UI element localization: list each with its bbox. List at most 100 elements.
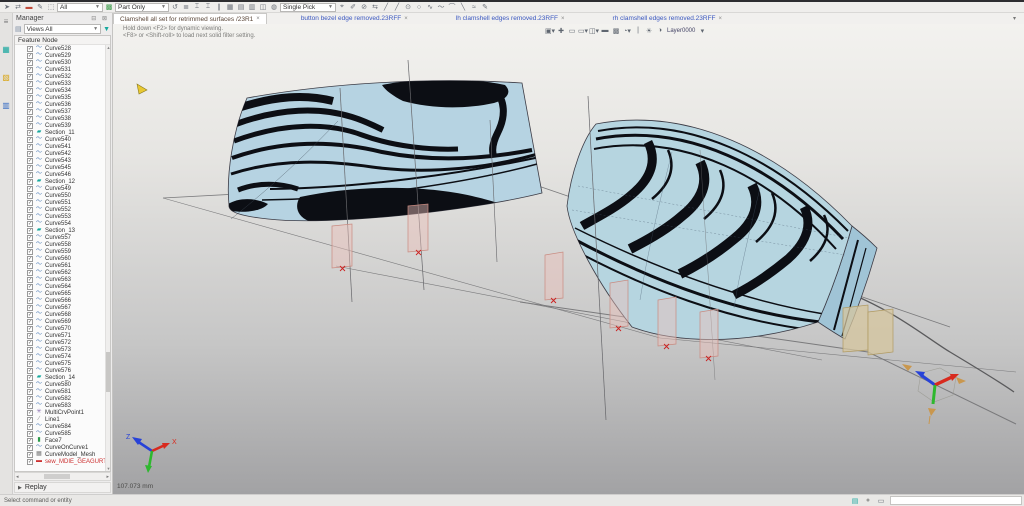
visibility-checkbox[interactable] (27, 382, 33, 388)
single-pick-select[interactable]: Single Pick▼ (280, 3, 336, 12)
scroll-thumb[interactable] (106, 352, 110, 392)
document-tab[interactable]: Clamshell all set for retrimmed surfaces… (113, 13, 267, 24)
tree-node[interactable]: Curve528 (15, 45, 110, 52)
material-ball-icon[interactable]: ◔▾ (622, 26, 632, 35)
visibility-checkbox[interactable] (27, 438, 33, 444)
tree-node[interactable]: Curve554 (15, 220, 110, 227)
tree-node[interactable]: Curve583 (15, 402, 110, 409)
visibility-checkbox[interactable] (27, 60, 33, 66)
line-weight-icon[interactable]: ∥ (214, 3, 224, 12)
tree-node[interactable]: Curve572 (15, 339, 110, 346)
tree-node[interactable]: Curve582 (15, 395, 110, 402)
tree-node[interactable]: Curve541 (15, 143, 110, 150)
scroll-right-icon[interactable]: ▸ (106, 474, 109, 480)
document-tab[interactable]: lh clamshell edges removed.23RFF × (450, 13, 571, 24)
visibility-checkbox[interactable] (27, 235, 33, 241)
visibility-checkbox[interactable] (27, 207, 33, 213)
visibility-checkbox[interactable] (27, 46, 33, 52)
layout-icon[interactable]: ◫▾ (589, 26, 599, 35)
shade-toggle-icon[interactable]: ◑ (655, 26, 665, 35)
visibility-checkbox[interactable] (27, 375, 33, 381)
viewport-3d[interactable]: Z X Hold down <F2> for dynamic viewing. … (113, 24, 1024, 494)
tree-node[interactable]: Curve563 (15, 276, 110, 283)
tree-vertical-scrollbar[interactable]: ▲ ▼ (105, 45, 110, 471)
document-tab[interactable]: rh clamshell edges removed.23RFF × (607, 13, 728, 24)
divider[interactable]: | (633, 26, 643, 35)
close-icon[interactable]: × (561, 16, 565, 22)
visibility-checkbox[interactable] (27, 88, 33, 94)
pen-icon[interactable]: ✐ (348, 3, 358, 12)
image-icon[interactable]: ◫ (258, 3, 268, 12)
visibility-checkbox[interactable] (27, 186, 33, 192)
tree-node[interactable]: Curve567 (15, 304, 110, 311)
light-on-icon[interactable]: ☀ (644, 26, 654, 35)
visibility-checkbox[interactable] (27, 389, 33, 395)
render-style-icon[interactable]: ▣▾ (545, 26, 555, 35)
line-width-icon[interactable]: ▬ (600, 26, 610, 35)
tree-node[interactable]: Curve562 (15, 269, 110, 276)
filter-scope-select[interactable]: All▼ (57, 3, 103, 12)
tree-node[interactable]: Curve576 (15, 367, 110, 374)
visibility-checkbox[interactable] (27, 102, 33, 108)
visibility-checkbox[interactable] (27, 242, 33, 248)
visibility-checkbox[interactable] (27, 109, 33, 115)
visibility-checkbox[interactable] (27, 270, 33, 276)
tree-node[interactable]: sew_MDIE_GEAGURT_com (15, 458, 110, 465)
globe-icon[interactable]: ◍ (269, 3, 279, 12)
visibility-checkbox[interactable] (27, 200, 33, 206)
blend-icon[interactable]: ≈ (469, 3, 479, 12)
visibility-checkbox[interactable] (27, 445, 33, 451)
tree-node[interactable]: Curve584 (15, 423, 110, 430)
visibility-checkbox[interactable] (27, 158, 33, 164)
frame-icon[interactable]: ⬚ (46, 3, 56, 12)
tree-node[interactable]: Curve568 (15, 311, 110, 318)
visibility-checkbox[interactable] (27, 347, 33, 353)
chart-pane-icon[interactable]: ▧ (1, 73, 11, 83)
tree-node[interactable]: Line1 (15, 416, 110, 423)
chevron-down-icon[interactable]: ▾ (697, 26, 707, 35)
expand-arrow-icon[interactable]: ▶ (18, 485, 22, 491)
status-input-field[interactable] (890, 496, 1022, 505)
visibility-checkbox[interactable] (27, 144, 33, 150)
tab-overflow-icon[interactable]: ▾ (1013, 13, 1024, 24)
close-icon[interactable]: × (256, 16, 260, 22)
tree-node[interactable]: Curve546 (15, 171, 110, 178)
visibility-checkbox[interactable] (27, 459, 33, 465)
annotate-icon[interactable]: ✚ (556, 26, 566, 35)
visibility-checkbox[interactable] (27, 277, 33, 283)
views-select[interactable]: Views All▼ (24, 24, 101, 34)
visibility-checkbox[interactable] (27, 284, 33, 290)
task-pane-icon[interactable]: ≡ (1, 17, 11, 27)
visibility-checkbox[interactable] (27, 305, 33, 311)
layer-stack-icon[interactable]: ≣ (181, 3, 191, 12)
tree-node[interactable]: Curve561 (15, 262, 110, 269)
visibility-checkbox[interactable] (27, 249, 33, 255)
tree-node[interactable]: CurveModel_Mesh (15, 451, 110, 458)
visibility-checkbox[interactable] (27, 368, 33, 374)
view-sphere-icon[interactable]: ● (863, 496, 873, 505)
tree-horizontal-scrollbar[interactable]: ◂ ▸ (14, 472, 111, 481)
visibility-checkbox[interactable] (27, 452, 33, 458)
polyline-icon[interactable]: ╱ (392, 3, 402, 12)
tree-node[interactable]: Curve550 (15, 192, 110, 199)
arc-icon[interactable]: ⌒ (447, 3, 457, 12)
visibility-checkbox[interactable] (27, 81, 33, 87)
scroll-thumb[interactable] (44, 474, 71, 479)
tree-node[interactable]: Curve565 (15, 290, 110, 297)
visibility-checkbox[interactable] (27, 312, 33, 318)
visibility-checkbox[interactable] (27, 67, 33, 73)
visibility-checkbox[interactable] (27, 333, 33, 339)
visibility-checkbox[interactable] (27, 291, 33, 297)
tree-node[interactable]: Curve570 (15, 325, 110, 332)
segment-icon[interactable]: ▬ (24, 3, 34, 12)
tree-node[interactable]: Curve535 (15, 94, 110, 101)
line-icon[interactable]: ╱ (381, 3, 391, 12)
markup-pen-icon[interactable]: ✎ (35, 3, 45, 12)
visibility-checkbox[interactable] (27, 410, 33, 416)
close-icon[interactable]: × (719, 16, 723, 22)
tree-node[interactable]: Curve566 (15, 297, 110, 304)
tree-node[interactable]: Curve537 (15, 108, 110, 115)
visibility-checkbox[interactable] (27, 214, 33, 220)
visibility-checkbox[interactable] (27, 424, 33, 430)
scroll-down-icon[interactable]: ▼ (106, 466, 111, 471)
